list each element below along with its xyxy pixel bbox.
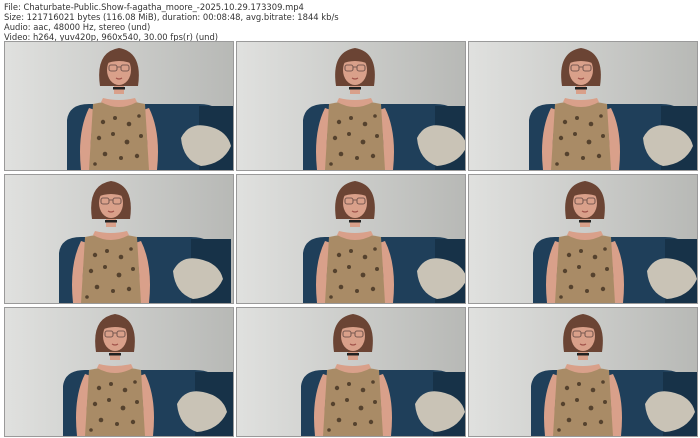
video-frame bbox=[237, 308, 465, 436]
video-frame bbox=[5, 308, 233, 436]
thumbnail-1[interactable] bbox=[4, 41, 234, 171]
video-frame bbox=[237, 42, 465, 170]
thumbnail-8[interactable] bbox=[236, 307, 466, 437]
video-frame bbox=[5, 42, 233, 170]
thumbnail-2[interactable] bbox=[236, 41, 466, 171]
thumbnail-4[interactable] bbox=[4, 174, 234, 304]
video-frame bbox=[469, 308, 697, 436]
video-frame bbox=[237, 175, 465, 303]
file-size-line: Size: 121716021 bytes (116.08 MiB), dura… bbox=[4, 12, 339, 22]
video-frame bbox=[469, 175, 697, 303]
thumbnail-7[interactable] bbox=[4, 307, 234, 437]
audio-info-line: Audio: aac, 48000 Hz, stereo (und) bbox=[4, 22, 151, 32]
video-frame bbox=[469, 42, 697, 170]
video-info-line: Video: h264, yuv420p, 960x540, 30.00 fps… bbox=[4, 32, 219, 42]
thumbnail-3[interactable] bbox=[468, 41, 698, 171]
thumbnail-grid bbox=[4, 41, 698, 437]
file-info-header: File: Chaturbate-Public.Show-f-agatha_mo… bbox=[4, 2, 696, 42]
video-frame bbox=[5, 175, 233, 303]
thumbnail-6[interactable] bbox=[468, 174, 698, 304]
file-name-line: File: Chaturbate-Public.Show-f-agatha_mo… bbox=[4, 2, 304, 12]
thumbnail-5[interactable] bbox=[236, 174, 466, 304]
thumbnail-9[interactable] bbox=[468, 307, 698, 437]
